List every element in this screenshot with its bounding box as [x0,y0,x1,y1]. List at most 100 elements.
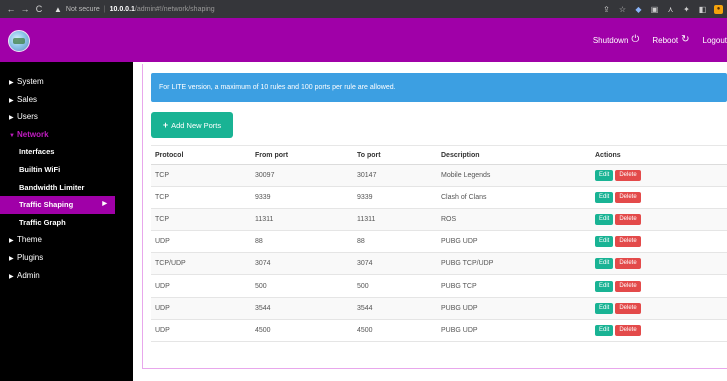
sidebar-item-label: Network [17,129,49,139]
cell-from-port: 30097 [251,164,353,188]
edit-button[interactable]: Edit [595,236,614,248]
cell-actions: Edit Delete [591,230,727,254]
delete-button[interactable]: Delete [615,258,641,270]
forward-arrow-icon[interactable]: → [18,4,32,14]
sidebar-item-interfaces[interactable]: Interfaces [0,143,133,161]
reboot-button[interactable]: Reboot ↻ [652,35,689,45]
sidebar-item-label: Theme [17,235,42,245]
address-separator: | [103,5,106,13]
caret-right-icon: ▶ [102,201,107,208]
cell-from-port: 11311 [251,208,353,232]
table-row: UDP 3544 3544 PUBG UDP Edit Delete [151,297,727,320]
back-arrow-icon[interactable]: ← [4,4,18,14]
browser-toolbar: ← → C ▲ Not secure | 10.0.0.1 /admin#!/n… [0,0,727,18]
cell-from-port: 9339 [251,186,353,210]
edit-button[interactable]: Edit [595,280,614,292]
star-icon[interactable]: ☆ [618,5,627,14]
cell-protocol: TCP [151,186,251,210]
edit-button[interactable]: Edit [595,192,614,204]
cell-to-port: 9339 [353,186,437,210]
cell-to-port: 3544 [353,297,437,320]
shield-icon[interactable]: ◆ [634,5,643,14]
puzzle-icon[interactable]: ✦ [682,5,691,14]
delete-button[interactable]: Delete [615,170,641,182]
delete-button[interactable]: Delete [615,280,641,292]
table-header-row: Protocol From port To port Description A… [151,145,727,165]
warning-icon: ▲ [54,4,62,14]
delete-button[interactable]: Delete [615,192,641,204]
cell-to-port: 3074 [353,252,437,276]
sidebar-item-admin[interactable]: ▶ Admin [0,267,133,285]
delete-button[interactable]: Delete [615,236,641,248]
column-header-from-port: From port [251,145,353,165]
reload-icon[interactable]: C [32,4,46,14]
cell-description: PUBG UDP [437,319,591,342]
sidebar-item-theme[interactable]: ▶ Theme [0,231,133,249]
sidebar-item-traffic-graph[interactable]: Traffic Graph [0,214,133,232]
plus-icon: + [162,120,169,130]
table-row: TCP 9339 9339 Clash of Clans Edit Delete [151,186,727,210]
column-header-description: Description [437,145,591,165]
cell-from-port: 88 [251,230,353,254]
sidebar-item-users[interactable]: ▶ Users [0,108,133,126]
column-header-protocol: Protocol [151,145,251,165]
address-path: /admin#!/network/shaping [134,5,215,13]
sidebar-item-plugins[interactable]: ▶ Plugins [0,249,133,267]
add-new-ports-button[interactable]: + Add New Ports [151,112,233,138]
sidebar-item-bandwidth-limiter[interactable]: Bandwidth Limiter [0,179,133,197]
power-icon: ⏻ [631,34,640,45]
app-logo [8,30,30,52]
edit-button[interactable]: Edit [595,302,614,314]
traffic-shaping-panel: For LITE version, a maximum of 10 rules … [142,64,727,369]
shutdown-button[interactable]: Shutdown ⏻ [593,35,640,45]
delete-button[interactable]: Delete [615,302,641,314]
cell-to-port: 4500 [353,319,437,342]
network-icon[interactable]: ⋏ [666,5,675,14]
sidebar-item-builtin-wifi[interactable]: Builtin WiFi [0,161,133,179]
sidebar-item-label: Users [17,112,38,122]
sidebar-item-system[interactable]: ▶ System [0,73,133,91]
cell-protocol: UDP [151,319,251,342]
table-row: TCP 30097 30147 Mobile Legends Edit Delet… [151,164,727,188]
profile-avatar-icon[interactable]: ● [714,4,723,14]
edit-button[interactable]: Edit [595,170,614,182]
ports-table: Protocol From port To port Description A… [151,145,727,342]
logout-button[interactable]: Logout [703,36,727,45]
cell-description: PUBG TCP/UDP [437,252,591,276]
app-header: Shutdown ⏻ Reboot ↻ Logout [0,18,727,62]
cell-protocol: TCP [151,208,251,232]
cell-description: PUBG UDP [437,297,591,320]
delete-button[interactable]: Delete [615,214,641,226]
edit-button[interactable]: Edit [595,324,614,336]
sidebar-item-traffic-shaping[interactable]: Traffic Shaping ▶ [0,196,115,214]
sidebar-item-label: Admin [17,270,40,280]
column-header-actions: Actions [591,145,727,165]
cell-from-port: 500 [251,274,353,298]
delete-button[interactable]: Delete [615,324,641,336]
table-row: UDP 88 88 PUBG UDP Edit Delete [151,230,727,254]
edit-button[interactable]: Edit [595,258,614,270]
extension-icon[interactable]: ▣ [650,5,659,14]
cell-protocol: UDP [151,297,251,320]
edit-button[interactable]: Edit [595,214,614,226]
sidebar-item-label: Sales [17,94,38,104]
table-row: UDP 4500 4500 PUBG UDP Edit Delete [151,319,727,342]
table-row: TCP/UDP 3074 3074 PUBG TCP/UDP Edit Delet… [151,252,727,276]
refresh-icon: ↻ [681,34,690,45]
cell-actions: Edit Delete [591,186,727,210]
address-bar[interactable]: ▲ Not secure | 10.0.0.1 /admin#!/network… [54,5,215,14]
cell-description: Clash of Clans [437,186,591,210]
cell-description: ROS [437,208,591,232]
info-alert: For LITE version, a maximum of 10 rules … [151,73,727,102]
logout-label: Logout [702,35,727,45]
sidebar-item-network[interactable]: ▼ Network [0,126,133,144]
browser-extensions: ⇪ ☆ ◆ ▣ ⋏ ✦ ◧ ● [602,0,723,18]
cell-from-port: 4500 [251,319,353,342]
address-host: 10.0.0.1 [109,5,135,13]
cell-protocol: TCP [151,164,251,188]
sidebar-toggle-icon[interactable]: ◧ [698,5,707,14]
cell-protocol: TCP/UDP [151,252,251,276]
share-icon[interactable]: ⇪ [602,5,611,14]
cell-actions: Edit Delete [591,252,727,276]
sidebar-item-sales[interactable]: ▶ Sales [0,91,133,109]
